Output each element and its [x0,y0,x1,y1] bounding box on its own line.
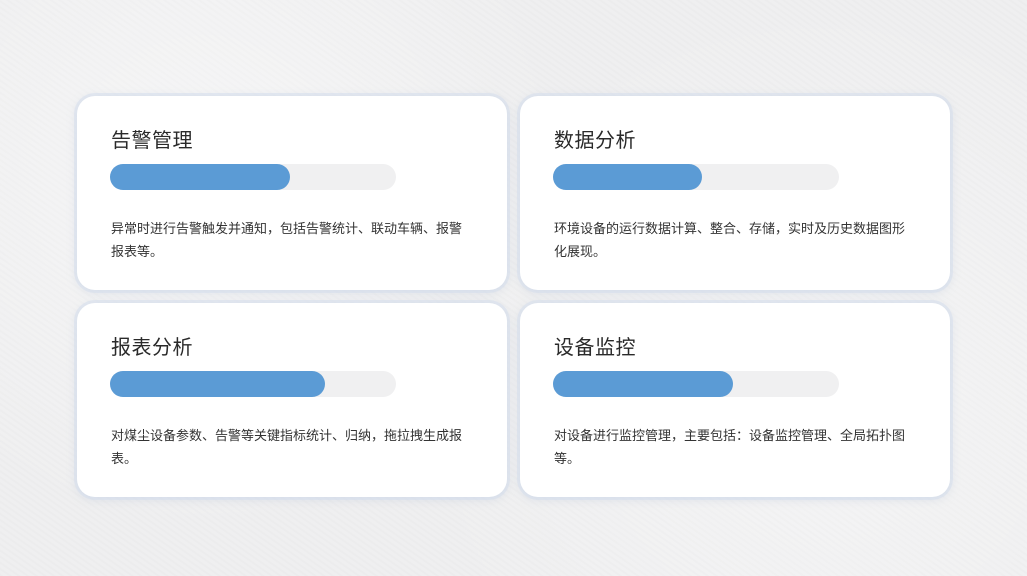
progress-fill [110,164,291,190]
card-title: 数据分析 [554,128,636,152]
card-description: 异常时进行告警触发并通知，包括告警统计、联动车辆、报警报表等。 [111,222,463,260]
card-title: 报表分析 [111,335,193,359]
card-title: 设备监控 [554,335,636,359]
progress-fill [553,164,702,190]
progress-fill [553,371,734,397]
progress-track [110,164,396,190]
progress-track [553,164,839,190]
card-alarm-management: 告警管理 异常时进行告警触发并通知，包括告警统计、联动车辆、报警报表等。 [77,96,507,290]
card-description: 环境设备的运行数据计算、整合、存储，实时及历史数据图形化展现。 [554,222,906,260]
card-data-analysis: 数据分析 环境设备的运行数据计算、整合、存储，实时及历史数据图形化展现。 [520,96,950,290]
card-title: 告警管理 [111,128,193,152]
progress-fill [110,371,325,397]
card-device-monitoring: 设备监控 对设备进行监控管理，主要包括：设备监控管理、全局拓扑图等。 [520,303,950,497]
card-description: 对煤尘设备参数、告警等关键指标统计、归纳，拖拉拽生成报表。 [111,429,463,467]
progress-track [110,371,396,397]
progress-track [553,371,839,397]
card-description: 对设备进行监控管理，主要包括：设备监控管理、全局拓扑图等。 [554,429,906,467]
card-report-analysis: 报表分析 对煤尘设备参数、告警等关键指标统计、归纳，拖拉拽生成报表。 [77,303,507,497]
